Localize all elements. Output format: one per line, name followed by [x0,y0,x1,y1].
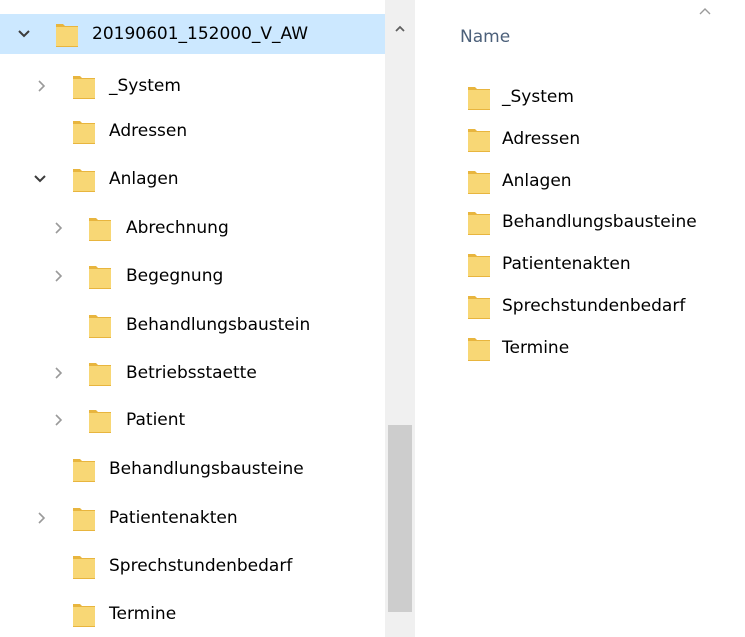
file-list-item[interactable]: Patientenakten [415,243,745,285]
folder-icon [467,292,491,320]
folder-icon [88,262,112,290]
tree-item-label: Abrechnung [126,218,229,238]
tree-item-behandlungsbaustein[interactable]: Behandlungsbaustein [0,305,385,345]
folder-icon [88,214,112,242]
tree-item-termine[interactable]: Termine [0,594,385,634]
tree-item-system[interactable]: _System [0,66,385,106]
tree-item-label: Patient [126,410,186,430]
folder-icon [467,208,491,236]
file-name: Termine [502,338,570,358]
file-list-item[interactable]: Termine [415,327,745,369]
tree-item-anlagen[interactable]: Anlagen [0,159,385,199]
folder-icon [467,334,491,362]
file-name: _System [502,87,574,107]
folder-icon [72,72,96,100]
file-name: Adressen [502,129,581,149]
folder-icon [88,406,112,434]
tree-item-adressen[interactable]: Adressen [0,111,385,151]
file-list-item[interactable]: Anlagen [415,160,745,202]
tree-item-label: Anlagen [109,169,179,189]
folder-icon [467,83,491,111]
file-name: Sprechstundenbedarf [502,296,686,316]
tree-item-label: Behandlungsbaustein [126,315,311,335]
folder-icon [467,167,491,195]
folder-icon [88,311,112,339]
file-name: Anlagen [502,171,572,191]
tree-item-patientenakten[interactable]: Patientenakten [0,498,385,538]
chevron-right-icon[interactable] [49,353,69,393]
navigation-scrollbar[interactable] [385,0,415,637]
content-pane[interactable]: Name _System Adressen Anlagen Behandlung… [415,0,745,637]
navigation-pane[interactable]: 20190601_152000_V_AW _System Adressen An… [0,0,385,637]
folder-icon [467,125,491,153]
tree-item-label: Termine [109,604,177,624]
tree-item-begegnung[interactable]: Begegnung [0,256,385,296]
folder-icon [72,600,96,628]
file-name: Behandlungsbausteine [502,212,697,232]
folder-icon [72,117,96,145]
chevron-down-icon[interactable] [14,14,34,54]
tree-item-label: Sprechstundenbedarf [109,556,293,576]
scroll-up-arrow-icon[interactable] [385,18,415,40]
tree-item-abrechnung[interactable]: Abrechnung [0,208,385,248]
folder-icon [88,359,112,387]
tree-item-label: _System [109,76,181,96]
tree-item-label: Begegnung [126,266,224,286]
column-header-name[interactable]: Name [460,27,510,47]
folder-icon [72,504,96,532]
tree-item-betriebsstaette[interactable]: Betriebsstaette [0,353,385,393]
chevron-right-icon[interactable] [32,66,52,106]
sort-ascending-icon [695,2,715,22]
chevron-down-icon[interactable] [30,159,50,199]
folder-icon [55,20,79,48]
tree-item-label: 20190601_152000_V_AW [92,24,309,44]
chevron-right-icon[interactable] [49,208,69,248]
chevron-right-icon[interactable] [49,400,69,440]
file-name: Patientenakten [502,254,631,274]
folder-icon [72,455,96,483]
chevron-right-icon[interactable] [49,256,69,296]
scrollbar-thumb[interactable] [388,425,412,612]
tree-item-label: Adressen [109,121,188,141]
tree-item-label: Patientenakten [109,508,238,528]
folder-icon [72,165,96,193]
file-list-item[interactable]: Behandlungsbausteine [415,201,745,243]
tree-item-sprechstundenbedarf[interactable]: Sprechstundenbedarf [0,546,385,586]
tree-item-label: Behandlungsbausteine [109,459,304,479]
tree-item-behandlungsbausteine[interactable]: Behandlungsbausteine [0,449,385,489]
file-list-item[interactable]: Adressen [415,118,745,160]
folder-icon [72,552,96,580]
tree-item-label: Betriebsstaette [126,363,257,383]
tree-item-patient[interactable]: Patient [0,400,385,440]
tree-item-root[interactable]: 20190601_152000_V_AW [0,14,385,54]
folder-icon [467,250,491,278]
file-list-item[interactable]: _System [415,76,745,118]
chevron-right-icon[interactable] [32,498,52,538]
file-list-item[interactable]: Sprechstundenbedarf [415,285,745,327]
